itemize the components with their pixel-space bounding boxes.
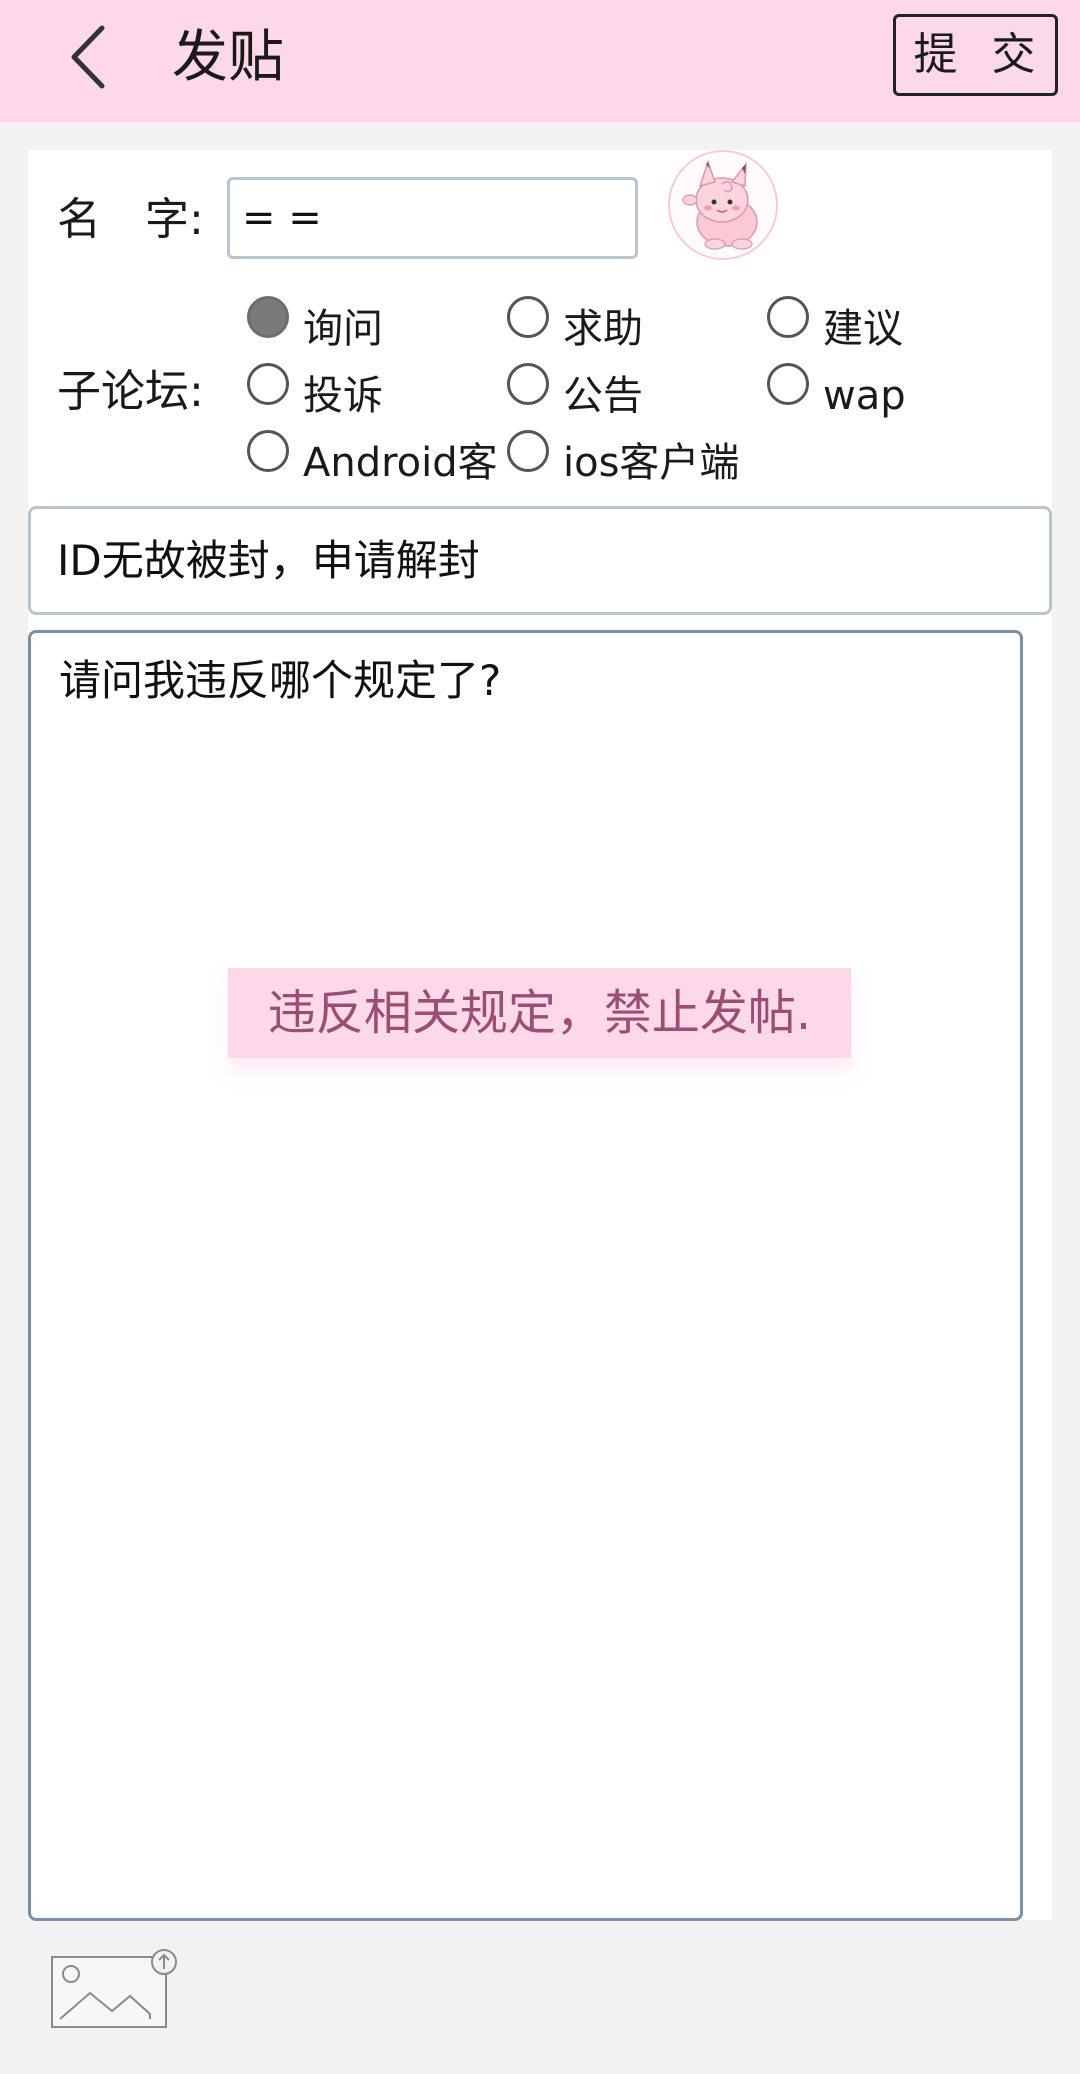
forum-option-help[interactable]: 求助 xyxy=(507,296,643,354)
radio-unchecked-icon[interactable] xyxy=(507,430,549,472)
content-text: 请问我违反哪个规定了? xyxy=(59,656,502,705)
forum-label: 子论坛: xyxy=(57,366,204,417)
forum-option-complaint[interactable]: 投诉 xyxy=(247,363,383,421)
header-bar: 发贴 提 交 xyxy=(0,0,1080,122)
radio-unchecked-icon[interactable] xyxy=(767,363,809,405)
clefairy-avatar-icon xyxy=(672,154,776,258)
avatar[interactable] xyxy=(668,150,778,260)
forum-option-android[interactable]: Android客 xyxy=(247,430,498,488)
error-toast: 违反相关规定，禁止发帖. xyxy=(228,968,851,1058)
forum-option-announcement[interactable]: 公告 xyxy=(507,363,643,421)
radio-unchecked-icon[interactable] xyxy=(507,296,549,338)
forum-option-label: 投诉 xyxy=(303,373,383,419)
radio-unchecked-icon[interactable] xyxy=(507,363,549,405)
radio-unchecked-icon[interactable] xyxy=(247,430,289,472)
forum-option-label: Android客 xyxy=(303,440,498,486)
chevron-left-icon xyxy=(71,25,105,89)
forum-option-inquiry[interactable]: 询问 xyxy=(247,296,383,354)
forum-option-label: ios客户端 xyxy=(563,440,740,486)
forum-option-suggestion[interactable]: 建议 xyxy=(767,296,903,354)
page-title: 发贴 xyxy=(172,25,284,90)
radio-unchecked-icon[interactable] xyxy=(767,296,809,338)
radio-unchecked-icon[interactable] xyxy=(247,363,289,405)
name-label-first: 名 xyxy=(57,194,101,245)
radio-checked-icon[interactable] xyxy=(247,296,289,338)
subject-input[interactable]: ID无故被封，申请解封 xyxy=(28,506,1052,615)
image-upload-icon xyxy=(51,1949,177,2028)
content-textarea[interactable]: 请问我违反哪个规定了? xyxy=(28,630,1023,1921)
forum-option-label: 建议 xyxy=(823,306,903,352)
name-label: 名字: xyxy=(57,195,204,245)
forum-option-label: wap xyxy=(823,373,906,419)
image-upload-button[interactable] xyxy=(50,1948,180,2030)
forum-option-label: 公告 xyxy=(563,373,643,419)
forum-option-ios[interactable]: ios客户端 xyxy=(507,430,739,488)
submit-button[interactable]: 提 交 xyxy=(893,14,1058,96)
forum-option-label: 求助 xyxy=(563,306,643,352)
name-input[interactable] xyxy=(227,177,638,259)
forum-option-wap[interactable]: wap xyxy=(767,363,906,421)
forum-option-label: 询问 xyxy=(303,306,383,352)
back-button[interactable] xyxy=(60,22,120,92)
name-label-second: 字: xyxy=(145,194,204,245)
